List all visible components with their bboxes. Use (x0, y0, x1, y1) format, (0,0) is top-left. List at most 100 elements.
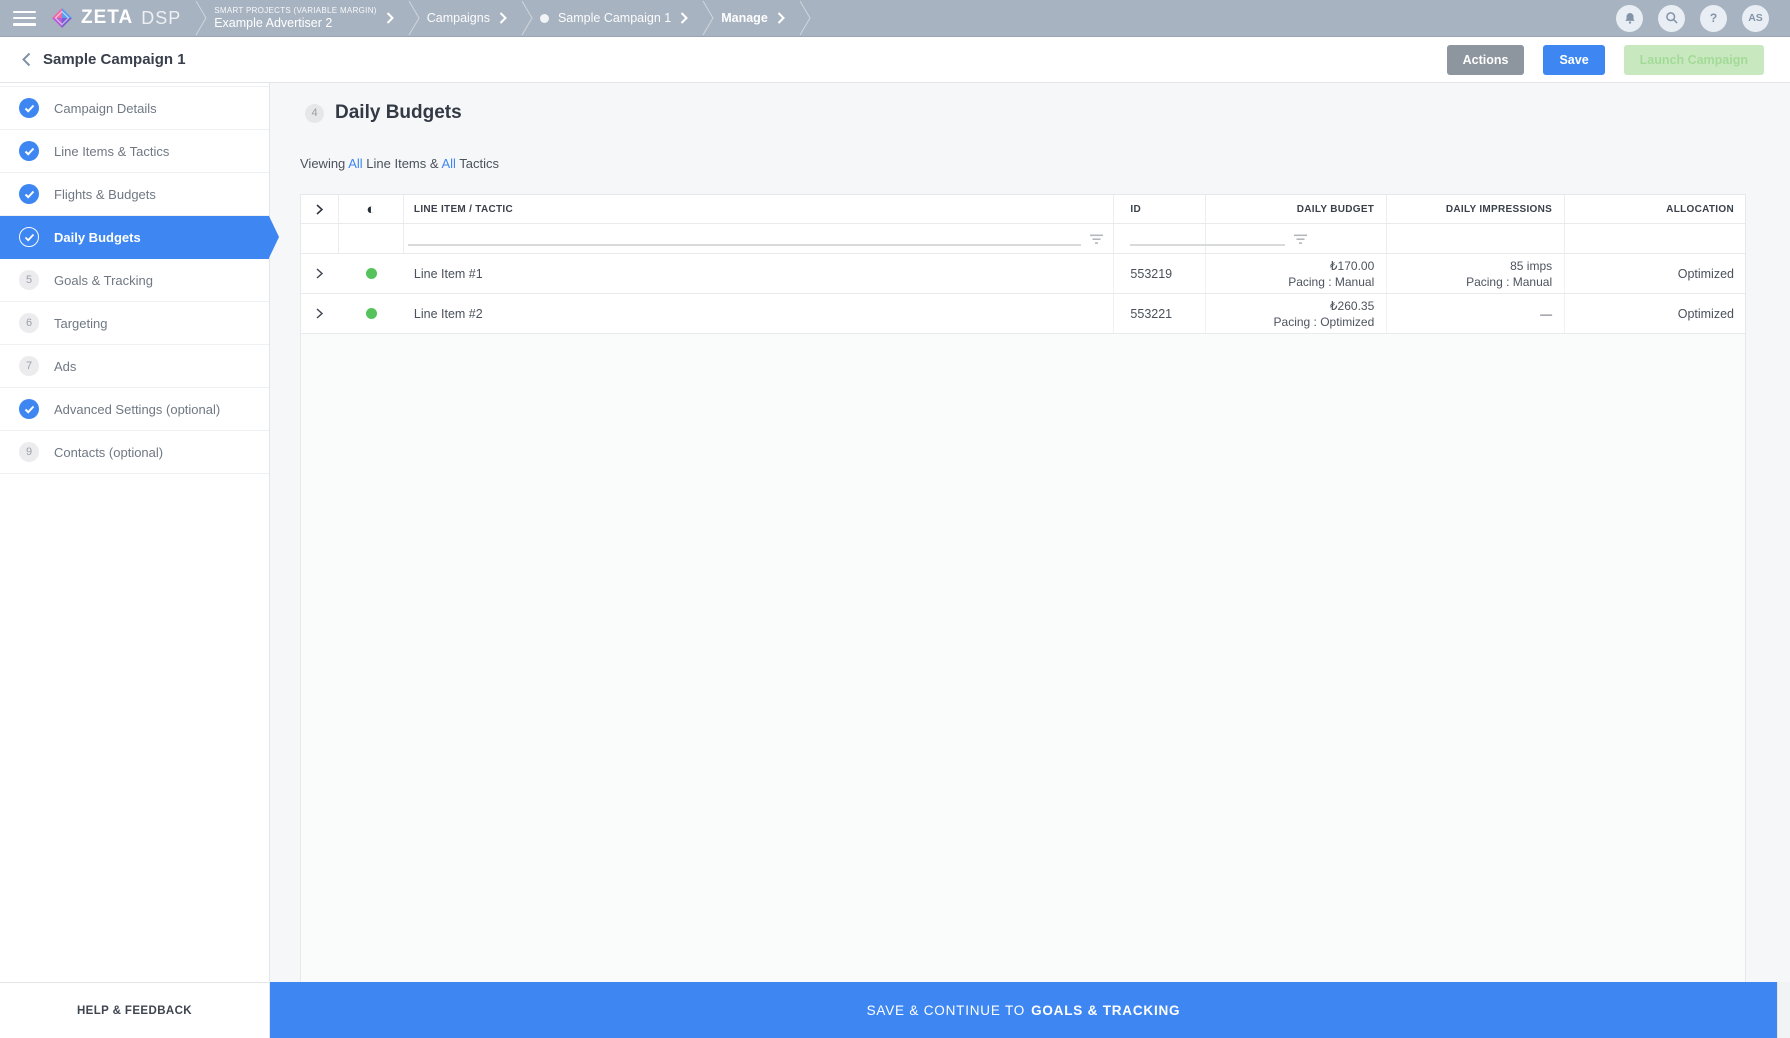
sidebar-item-targeting[interactable]: 6 Targeting (0, 302, 269, 345)
scrollbar-gutter[interactable] (1777, 982, 1790, 1038)
line-item-id: 553219 (1130, 267, 1172, 281)
table-header-row: ◐ LINE ITEM / TACTIC ID DAILY BUDGET DAI… (301, 194, 1745, 224)
bell-icon (1623, 11, 1637, 25)
chevron-right-icon (386, 12, 394, 24)
breadcrumb-separator-icon (702, 0, 715, 36)
header-buttons: Actions Save Launch Campaign (1447, 45, 1790, 75)
line-item-name[interactable]: Line Item #2 (414, 307, 483, 321)
topbar-actions: ? AS (1616, 5, 1790, 32)
all-line-items-link[interactable]: All (348, 156, 362, 171)
daily-impressions-cell[interactable]: 85 imps Pacing : Manual (1387, 254, 1565, 293)
breadcrumb-campaign[interactable]: Sample Campaign 1 (540, 11, 688, 25)
notifications-button[interactable] (1616, 5, 1643, 32)
allocation-cell[interactable]: Optimized (1565, 294, 1745, 333)
check-icon (19, 227, 39, 247)
daily-impressions-column-header[interactable]: DAILY IMPRESSIONS (1387, 195, 1565, 223)
step-sidebar: Campaign Details Line Items & Tactics Fl… (0, 83, 270, 982)
zeta-dsp-app: ZETA DSP SMART PROJECTS (VARIABLE MARGIN… (0, 0, 1790, 1038)
question-mark-icon: ? (1710, 11, 1717, 25)
table-filter-row (301, 224, 1745, 254)
section-step-number: 4 (305, 104, 324, 123)
status-dot-icon (540, 14, 549, 23)
save-button[interactable]: Save (1543, 45, 1604, 75)
launch-campaign-button[interactable]: Launch Campaign (1624, 45, 1764, 75)
status-column-header[interactable]: ◐ (339, 195, 404, 223)
daily-budget-cell[interactable]: ₺260.35 Pacing : Optimized (1206, 294, 1387, 333)
breadcrumb-advertiser-label: Example Advertiser 2 (214, 16, 377, 31)
breadcrumb-separator-icon (799, 0, 812, 36)
back-button[interactable] (22, 52, 31, 67)
all-tactics-link[interactable]: All (441, 156, 455, 171)
contrast-circle-icon: ◐ (366, 202, 375, 217)
search-button[interactable] (1658, 5, 1685, 32)
daily-impressions-cell[interactable]: — (1387, 294, 1565, 333)
step-number-badge: 6 (19, 313, 39, 333)
expand-row-button[interactable] (301, 294, 339, 333)
line-item-name[interactable]: Line Item #1 (414, 267, 483, 281)
status-dot (366, 308, 377, 319)
id-column-header[interactable]: ID (1114, 195, 1206, 223)
help-feedback-button[interactable]: HELP & FEEDBACK (0, 982, 270, 1038)
check-icon (19, 98, 39, 118)
sidebar-item-ads[interactable]: 7 Ads (0, 345, 269, 388)
sidebar-item-advanced-settings[interactable]: Advanced Settings (optional) (0, 388, 269, 431)
daily-impressions-value: — (1540, 306, 1552, 322)
sidebar-item-daily-budgets[interactable]: Daily Budgets (0, 216, 269, 259)
user-avatar[interactable]: AS (1742, 5, 1769, 32)
viewing-filter-summary: Viewing All Line Items & All Tactics (300, 156, 499, 171)
chevron-left-icon (22, 52, 31, 67)
table-row: Line Item #1 553219 ₺170.00 Pacing : Man… (301, 254, 1745, 294)
breadcrumb-manage[interactable]: Manage (721, 11, 785, 25)
allocation-column-header[interactable]: ALLOCATION (1565, 195, 1745, 223)
top-nav-bar: ZETA DSP SMART PROJECTS (VARIABLE MARGIN… (0, 0, 1790, 37)
line-item-column-header[interactable]: LINE ITEM / TACTIC (404, 195, 1114, 223)
chevron-right-icon (777, 12, 785, 24)
line-item-id: 553221 (1130, 307, 1172, 321)
step-list: Campaign Details Line Items & Tactics Fl… (0, 86, 269, 474)
sidebar-item-campaign-details[interactable]: Campaign Details (0, 87, 269, 130)
menu-icon[interactable] (13, 11, 36, 26)
check-icon (19, 184, 39, 204)
sidebar-item-contacts[interactable]: 9 Contacts (optional) (0, 431, 269, 474)
section-heading: 4 Daily Budgets (305, 102, 462, 124)
breadcrumb-separator-icon (408, 0, 421, 36)
avatar-initials: AS (1748, 12, 1763, 24)
zeta-dsp-logo[interactable]: ZETA DSP (52, 7, 181, 29)
check-icon (19, 399, 39, 419)
status-dot (366, 268, 377, 279)
page-header: Sample Campaign 1 Actions Save Launch Ca… (0, 37, 1790, 83)
breadcrumb-separator-icon (195, 0, 208, 36)
breadcrumb-campaigns[interactable]: Campaigns (427, 11, 507, 25)
step-number-badge: 5 (19, 270, 39, 290)
line-item-filter-input[interactable] (408, 228, 1081, 246)
table-row: Line Item #2 553221 ₺260.35 Pacing : Opt… (301, 294, 1745, 334)
main-content: 4 Daily Budgets Viewing All Line Items &… (271, 83, 1790, 982)
daily-impressions-value: 85 imps (1510, 258, 1552, 274)
expand-all-button[interactable] (301, 195, 339, 223)
sidebar-item-goals-tracking[interactable]: 5 Goals & Tracking (0, 259, 269, 302)
save-continue-button[interactable]: SAVE & CONTINUE TO GOALS & TRACKING (270, 982, 1777, 1038)
daily-budget-value: ₺170.00 (1330, 258, 1374, 274)
daily-budget-cell[interactable]: ₺170.00 Pacing : Manual (1206, 254, 1387, 293)
filter-icon[interactable] (1090, 234, 1103, 245)
daily-budget-column-header[interactable]: DAILY BUDGET (1206, 195, 1387, 223)
page-title: Sample Campaign 1 (43, 51, 186, 68)
budget-pacing: Pacing : Optimized (1274, 314, 1375, 330)
daily-budgets-grid: ◐ LINE ITEM / TACTIC ID DAILY BUDGET DAI… (300, 194, 1746, 982)
chevron-right-icon (499, 12, 507, 24)
sidebar-item-line-items-tactics[interactable]: Line Items & Tactics (0, 130, 269, 173)
help-button[interactable]: ? (1700, 5, 1727, 32)
breadcrumb-advertiser[interactable]: SMART PROJECTS (VARIABLE MARGIN) Example… (214, 6, 394, 31)
allocation-cell[interactable]: Optimized (1565, 254, 1745, 293)
zeta-diamond-icon (52, 8, 72, 28)
budget-pacing: Pacing : Manual (1288, 274, 1374, 290)
sidebar-item-flights-budgets[interactable]: Flights & Budgets (0, 173, 269, 216)
search-icon (1665, 11, 1679, 25)
step-number-badge: 9 (19, 442, 39, 462)
breadcrumb-project-label: SMART PROJECTS (VARIABLE MARGIN) (214, 6, 377, 16)
expand-row-button[interactable] (301, 254, 339, 293)
chevron-right-icon (316, 204, 323, 215)
logo-zeta-text: ZETA (81, 7, 133, 29)
impressions-pacing: Pacing : Manual (1466, 274, 1552, 290)
actions-button[interactable]: Actions (1447, 45, 1525, 75)
